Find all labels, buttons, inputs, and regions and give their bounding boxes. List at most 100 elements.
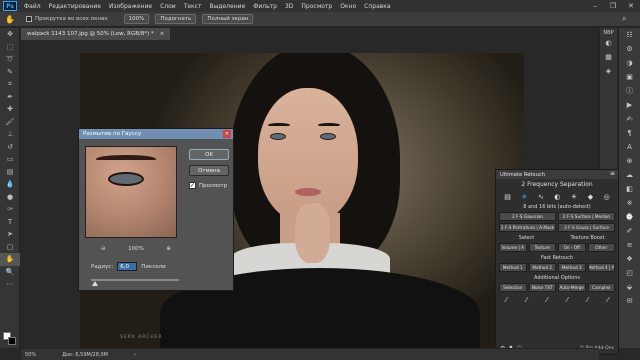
method-3-button[interactable]: Method 3 [558, 263, 586, 272]
zoom-tool-icon[interactable]: 🔍 [0, 266, 20, 279]
method-4-button[interactable]: Method 4 | A [587, 263, 615, 272]
radius-slider-track[interactable] [91, 279, 179, 281]
ur-title-bar[interactable]: Ultimate Retouch ≡ [496, 170, 618, 179]
fs-portraiture-button[interactable]: 2 F-S Portraiture | A-Mask [499, 223, 556, 232]
texture-button[interactable]: Texture [528, 243, 556, 252]
selection-button[interactable]: Selection [499, 283, 527, 292]
document-tab[interactable]: walpack 1143 107.jpg @ 50% (Low, RGB/8*)… [21, 28, 171, 40]
info-panel-icon[interactable]: ⓘ [619, 84, 640, 98]
status-arrow-icon[interactable]: › [134, 352, 136, 358]
menu-edit[interactable]: Редактирование [45, 3, 105, 10]
brush-panel-icon[interactable]: ✍ [619, 112, 640, 126]
brush-tool-1-icon[interactable]: ⁄ [506, 296, 507, 304]
timeline-panel-icon[interactable]: ⌚ [619, 210, 640, 224]
fs-surface-median-button[interactable]: 2 F-S Surface | Median [558, 212, 615, 221]
clone-source-panel-icon[interactable]: ⊕ [619, 154, 640, 168]
dialog-title-bar[interactable]: Размытие по Гауссу ✕ [79, 129, 233, 139]
eraser-tool-icon[interactable]: ▭ [0, 153, 20, 166]
auto-merge-button[interactable]: Auto-Merge [558, 283, 586, 292]
brush-tool-icon[interactable]: 🖌 [0, 116, 20, 129]
scroll-all-windows-checkbox[interactable] [26, 16, 32, 22]
libraries-panel-icon[interactable]: ☁ [619, 168, 640, 182]
method-2-button[interactable]: Method 2 [528, 263, 556, 272]
pen-tool-icon[interactable]: ✑ [0, 203, 20, 216]
brush-tool-4-icon[interactable]: ⁄ [567, 296, 568, 304]
document-mode-icon[interactable]: ▤ [504, 193, 511, 201]
menu-type[interactable]: Текст [180, 3, 206, 10]
history-panel-icon[interactable]: ☷ [619, 28, 640, 42]
brush-tool-3-icon[interactable]: ⁄ [546, 296, 547, 304]
gem-mode-icon[interactable]: ◆ [588, 193, 593, 201]
menu-filter[interactable]: Фильтр [249, 3, 281, 10]
quick-select-tool-icon[interactable]: ✎ [0, 66, 20, 79]
zoom-out-icon[interactable]: ⊖ [101, 246, 106, 252]
preview-checkbox[interactable]: ✓ [189, 182, 196, 189]
wave-mode-icon[interactable]: ∿ [538, 193, 544, 201]
character-panel-icon[interactable]: A [619, 140, 640, 154]
blur-tool-icon[interactable]: 💧 [0, 178, 20, 191]
shape-tool-icon[interactable]: ▢ [0, 241, 20, 254]
paths-panel-icon[interactable]: ✐ [619, 224, 640, 238]
channels-panel-icon[interactable]: ≡ [619, 238, 640, 252]
on-off-button[interactable]: On - Off [558, 243, 586, 252]
fs-gaussian-button[interactable]: 2 F-S Gaussian [499, 212, 556, 221]
dodge-burn-mode-icon[interactable]: ◐ [554, 193, 560, 201]
gradient-tool-icon[interactable]: ▤ [0, 166, 20, 179]
menu-layers[interactable]: Слои [156, 3, 180, 10]
clone-stamp-tool-icon[interactable]: ⊥ [0, 128, 20, 141]
search-icon[interactable]: ⌕ [622, 14, 626, 24]
panel-menu-icon[interactable]: ≡ [610, 170, 615, 177]
complex-button[interactable]: Complex [587, 283, 615, 292]
brush-tool-6-icon[interactable]: ⁄ [607, 296, 608, 304]
layers-panel-icon[interactable]: ❖ [619, 252, 640, 266]
menu-window[interactable]: Окно [336, 3, 360, 10]
sun-mode-icon[interactable]: ☀ [571, 193, 577, 201]
crop-tool-icon[interactable]: ⌗ [0, 78, 20, 91]
actions-panel-icon[interactable]: ▶ [619, 98, 640, 112]
image-panel-icon[interactable]: ▣ [619, 70, 640, 84]
menu-file[interactable]: Файл [20, 3, 45, 10]
other-button[interactable]: Other [587, 243, 615, 252]
lasso-tool-icon[interactable]: ➰ [0, 53, 20, 66]
swatches-panel-icon[interactable]: ▦ [600, 50, 617, 64]
maximize-icon[interactable]: ❐ [604, 0, 622, 12]
history-brush-tool-icon[interactable]: ↺ [0, 141, 20, 154]
notes-panel-icon[interactable]: ✉ [619, 294, 640, 308]
menu-image[interactable]: Изображение [105, 3, 156, 10]
dialog-close-icon[interactable]: ✕ [223, 130, 231, 138]
radius-input[interactable]: 6,0 [117, 262, 138, 271]
fit-screen-button[interactable]: Подогнать [155, 14, 197, 24]
more-tools-icon[interactable]: ⋯ [0, 278, 20, 291]
healing-brush-tool-icon[interactable]: ✚ [0, 103, 20, 116]
brush-tool-2-icon[interactable]: ⁄ [526, 296, 527, 304]
styles-panel-icon[interactable]: ◧ [619, 182, 640, 196]
cancel-button[interactable]: Отмена [189, 165, 229, 176]
zoom-100-button[interactable]: 100% [123, 14, 150, 24]
background-color-swatch[interactable] [8, 337, 16, 345]
move-tool-icon[interactable]: ✥ [0, 28, 20, 41]
status-zoom[interactable]: 50% [25, 352, 36, 358]
blur-preview-window[interactable] [85, 146, 177, 238]
color-panel-icon[interactable]: ◐ [600, 36, 617, 50]
layer-comps-panel-icon[interactable]: ◰ [619, 266, 640, 280]
paragraph-panel-icon[interactable]: ¶ [619, 126, 640, 140]
close-icon[interactable]: ✕ [622, 0, 640, 12]
path-select-tool-icon[interactable]: ➤ [0, 228, 20, 241]
frequency-mode-icon[interactable]: ✳ [521, 193, 527, 201]
dodge-tool-icon[interactable]: ● [0, 191, 20, 204]
marquee-tool-icon[interactable]: ⬚ [0, 41, 20, 54]
3d-panel-icon[interactable]: ⬙ [619, 280, 640, 294]
noise-txt-button[interactable]: Noise TXT [528, 283, 556, 292]
menu-help[interactable]: Справка [360, 3, 394, 10]
menu-select[interactable]: Выделение [205, 3, 249, 10]
minimize-icon[interactable]: – [586, 0, 604, 12]
glyphs-panel-icon[interactable]: ※ [619, 196, 640, 210]
document-tab-close-icon[interactable]: × [160, 31, 165, 37]
hand-tool-icon[interactable]: ✋ [0, 253, 20, 266]
fs-3-gauss-surface-button[interactable]: 3 F-S Gauss | Surface [558, 223, 615, 232]
radius-slider-thumb[interactable] [92, 281, 98, 286]
menu-3d[interactable]: 3D [281, 3, 297, 10]
properties-panel-icon[interactable]: ⚙ [619, 42, 640, 56]
fill-screen-button[interactable]: Полный экран [202, 14, 254, 24]
adjustments-panel-icon[interactable]: ◑ [619, 56, 640, 70]
